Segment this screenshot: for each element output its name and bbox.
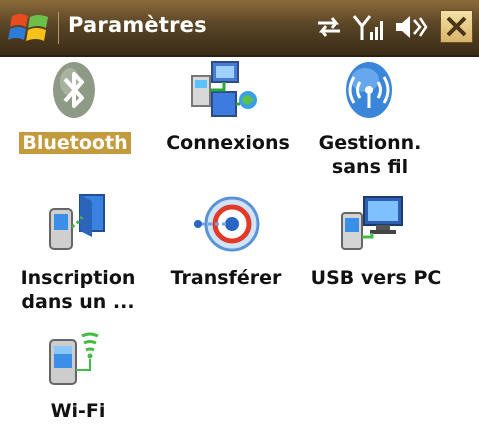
connections-icon	[191, 61, 257, 117]
title-separator	[58, 12, 59, 44]
item-label: Transférer	[170, 267, 282, 289]
item-label: Gestionn.	[318, 132, 422, 154]
close-button[interactable]	[440, 10, 473, 43]
signal-strength-icon[interactable]	[352, 12, 386, 44]
bluetooth-icon	[53, 62, 95, 118]
speaker-icon[interactable]	[394, 12, 428, 42]
close-icon	[446, 16, 467, 37]
item-label: Inscription	[20, 267, 136, 289]
item-label: Wi-Fi	[50, 400, 106, 422]
page-title: Paramètres	[68, 13, 207, 37]
domain-enroll-icon	[49, 194, 105, 250]
windows-flag-icon[interactable]	[8, 8, 52, 48]
title-bar: Paramètres	[0, 0, 479, 57]
item-label-line2: dans un ...	[21, 291, 135, 313]
item-label: Bluetooth	[19, 132, 131, 154]
item-label-line2: sans fil	[331, 156, 409, 178]
item-label: Connexions	[166, 132, 290, 154]
usb-to-pc-icon	[341, 196, 403, 250]
beam-icon	[194, 196, 260, 252]
item-label: USB vers PC	[310, 267, 442, 289]
sync-arrows-icon[interactable]	[314, 12, 344, 42]
wifi-icon	[49, 332, 99, 385]
wireless-manager-icon	[346, 62, 392, 118]
